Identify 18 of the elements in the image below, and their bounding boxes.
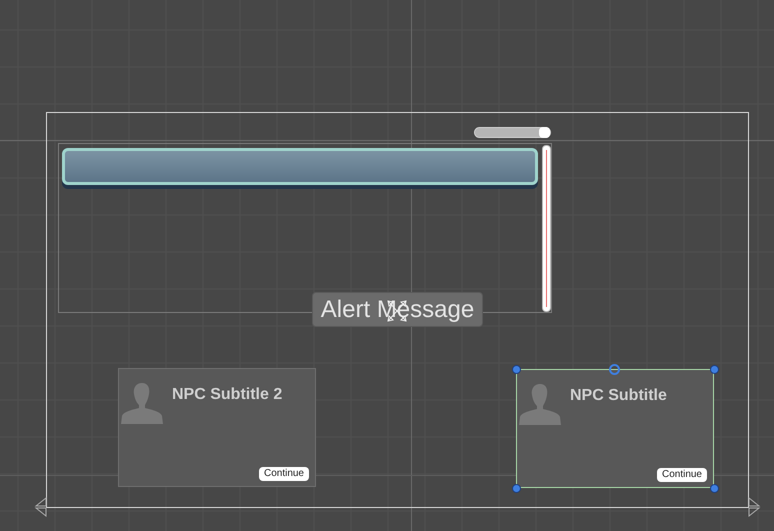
scrollbar[interactable] — [542, 145, 551, 312]
resize-handle[interactable] — [710, 365, 719, 374]
continue-button[interactable]: Continue — [656, 468, 707, 482]
subtitle-panel[interactable]: NPC Subtitle 2 Continue — [118, 368, 316, 487]
anchor-icon[interactable] — [33, 496, 49, 518]
subtitle-title: NPC Subtitle 2 — [172, 385, 282, 405]
slider-thumb[interactable] — [539, 127, 550, 138]
resize-handle[interactable] — [512, 365, 521, 374]
resize-handle[interactable] — [512, 484, 521, 493]
continue-button[interactable]: Continue — [258, 467, 309, 481]
subtitle-panel[interactable]: NPC Subtitle Continue — [516, 369, 714, 488]
slider[interactable] — [474, 127, 551, 138]
pivot-handle[interactable] — [609, 364, 620, 375]
person-icon — [519, 383, 561, 425]
anchor-icon[interactable] — [746, 496, 762, 518]
subtitle-title: NPC Subtitle — [570, 386, 667, 406]
resize-handle[interactable] — [710, 484, 719, 493]
person-icon — [121, 382, 163, 424]
